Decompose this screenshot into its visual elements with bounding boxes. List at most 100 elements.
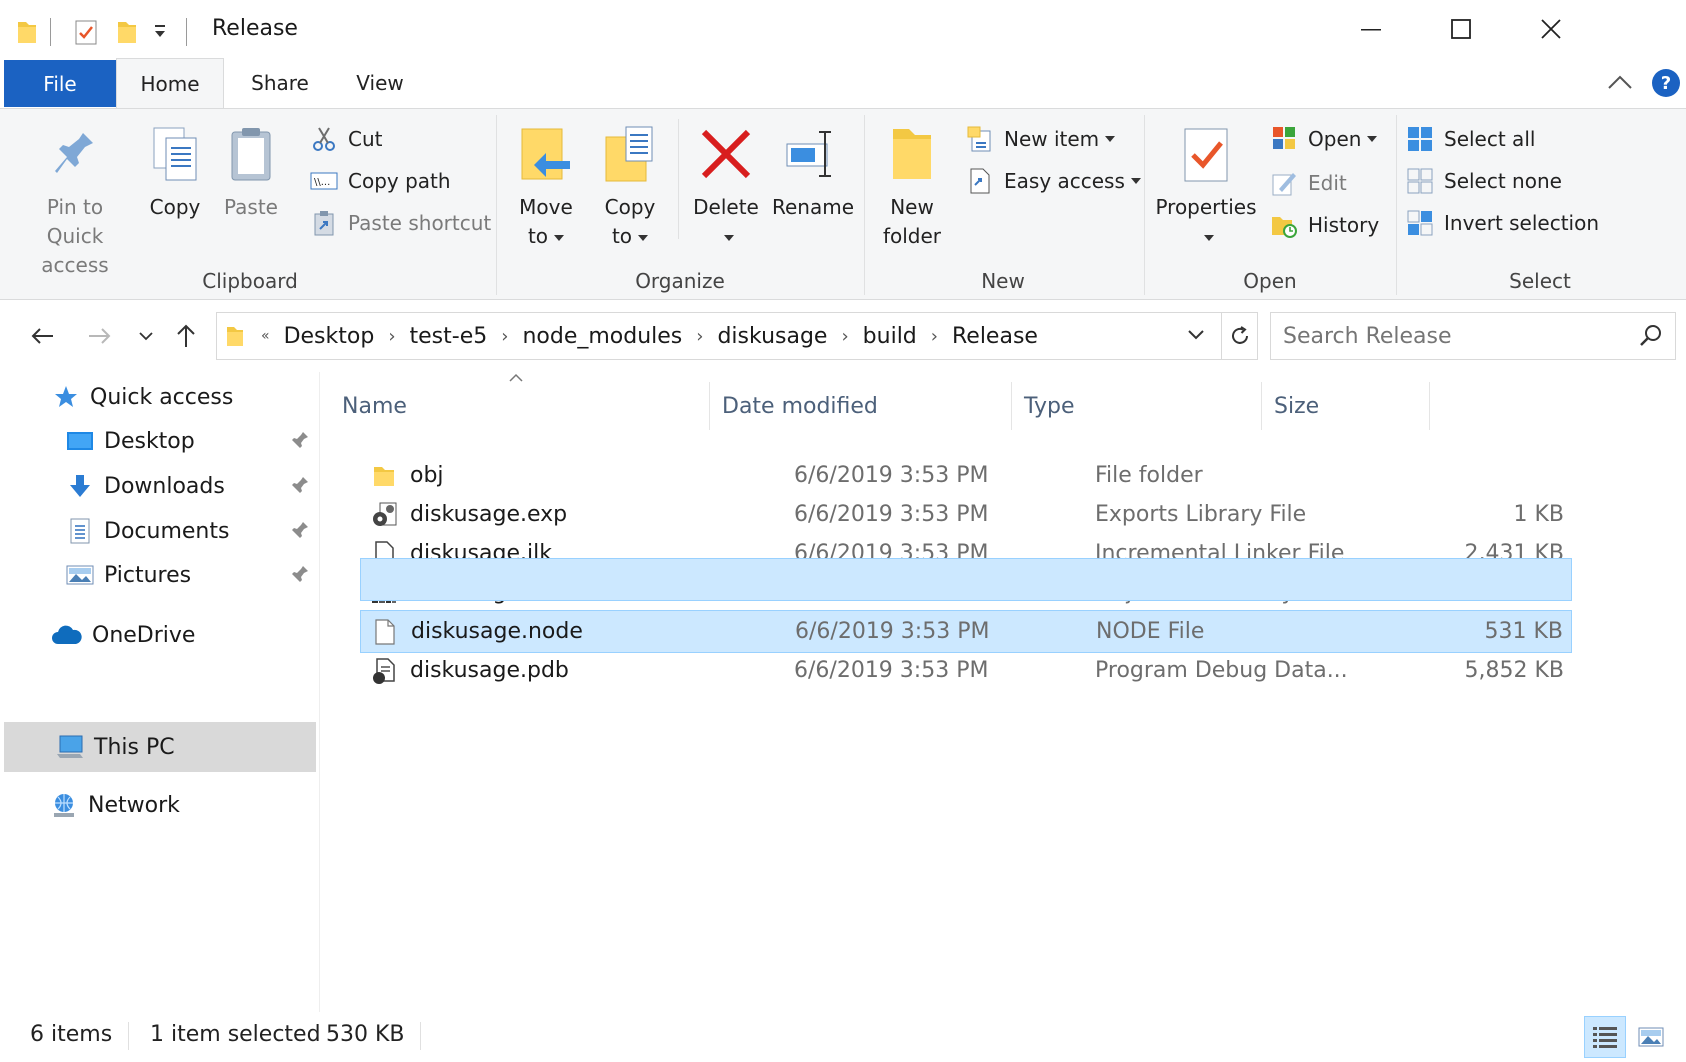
- nav-this-pc[interactable]: This PC: [4, 722, 316, 772]
- search-box[interactable]: [1270, 312, 1676, 360]
- paste-button[interactable]: Paste: [216, 119, 286, 222]
- column-header-name[interactable]: Name: [330, 382, 710, 430]
- quick-access-dropdown-icon[interactable]: [152, 22, 174, 50]
- details-view-icon: [1593, 1027, 1617, 1048]
- up-button[interactable]: [168, 318, 204, 354]
- chevron-right-icon[interactable]: ›: [688, 326, 711, 347]
- new-folder-button[interactable]: New folder: [874, 119, 950, 251]
- tab-home[interactable]: Home: [116, 58, 224, 109]
- chevron-right-icon[interactable]: ›: [923, 326, 946, 347]
- cloud-icon: [50, 621, 82, 649]
- help-button[interactable]: ?: [1652, 69, 1680, 97]
- new-folder-icon[interactable]: [116, 18, 138, 46]
- crumb-diskusage[interactable]: diskusage: [711, 324, 833, 349]
- tab-view[interactable]: View: [330, 58, 430, 108]
- select-all-icon: [1406, 125, 1434, 153]
- title-bar: Release: [0, 0, 1686, 58]
- file-row-selected[interactable]: diskusage.node 6/6/2019 3:53 PM NODE Fil…: [360, 610, 1572, 653]
- paste-shortcut-button[interactable]: Paste shortcut: [310, 205, 491, 241]
- maximize-button[interactable]: [1416, 0, 1506, 58]
- search-icon[interactable]: [1639, 324, 1663, 354]
- history-button[interactable]: History: [1270, 207, 1379, 243]
- network-icon: [50, 791, 78, 819]
- edit-button[interactable]: Edit: [1270, 165, 1347, 201]
- status-selection: 1 item selected: [150, 1022, 321, 1047]
- open-button[interactable]: Open: [1270, 121, 1378, 157]
- column-header-size[interactable]: Size: [1262, 382, 1430, 430]
- crumb-test-e5[interactable]: test-e5: [404, 324, 494, 349]
- dropdown-caret-icon: [1204, 234, 1214, 241]
- file-row[interactable]: diskusage.pdb 6/6/2019 3:53 PM Program D…: [360, 649, 1572, 692]
- group-label-organize: Organize: [635, 269, 725, 293]
- select-all-button[interactable]: Select all: [1406, 121, 1535, 157]
- chevron-right-icon[interactable]: ›: [380, 326, 403, 347]
- nav-network-item[interactable]: Network: [50, 782, 180, 828]
- chevron-right-icon[interactable]: ›: [833, 326, 856, 347]
- back-button[interactable]: [24, 318, 60, 354]
- search-input[interactable]: [1283, 323, 1623, 349]
- column-header-type[interactable]: Type: [1012, 382, 1262, 430]
- address-overflow[interactable]: «: [253, 328, 278, 344]
- nav-quick-access[interactable]: Quick access: [52, 374, 233, 420]
- crumb-node-modules[interactable]: node_modules: [516, 324, 688, 349]
- group-label-clipboard: Clipboard: [202, 269, 298, 293]
- dropdown-caret-icon: [638, 234, 649, 241]
- navigation-bar: « Desktop › test-e5 › node_modules › dis…: [0, 300, 1686, 372]
- easy-access-button[interactable]: Easy access: [966, 163, 1141, 199]
- rename-button[interactable]: Rename: [770, 119, 856, 222]
- address-bar[interactable]: « Desktop › test-e5 › node_modules › dis…: [216, 312, 1258, 360]
- paste-shortcut-icon: [310, 209, 338, 237]
- move-to-button[interactable]: Move to: [506, 119, 586, 251]
- details-view-button[interactable]: [1584, 1016, 1626, 1058]
- delete-button[interactable]: Delete: [686, 119, 766, 251]
- pin-icon[interactable]: [290, 475, 310, 499]
- copy-button[interactable]: Copy: [140, 119, 210, 222]
- file-row[interactable]: diskusage.exp 6/6/2019 3:53 PM Exports L…: [360, 493, 1572, 536]
- folder-icon[interactable]: [16, 18, 38, 46]
- recent-locations-button[interactable]: [128, 318, 164, 354]
- status-item-count: 6 items: [30, 1022, 113, 1047]
- pin-icon[interactable]: [290, 520, 310, 544]
- close-button[interactable]: [1506, 0, 1596, 58]
- minimize-button[interactable]: [1326, 0, 1416, 58]
- pin-icon[interactable]: [290, 430, 310, 454]
- file-row[interactable]: obj 6/6/2019 3:53 PM File folder: [360, 454, 1572, 497]
- large-icons-view-button[interactable]: [1630, 1016, 1672, 1058]
- arrow-left-icon: [31, 328, 53, 344]
- copy-path-button[interactable]: \\... Copy path: [310, 163, 451, 199]
- properties-icon: [1174, 119, 1238, 189]
- pin-icon: [43, 119, 107, 189]
- chevron-up-icon[interactable]: [1606, 72, 1634, 96]
- group-separator: [1144, 115, 1145, 295]
- invert-selection-button[interactable]: Invert selection: [1406, 205, 1599, 241]
- copy-to-button[interactable]: Copy to: [590, 119, 670, 251]
- refresh-icon: [1231, 326, 1248, 344]
- nav-desktop[interactable]: Desktop: [66, 418, 195, 464]
- group-label-open: Open: [1243, 269, 1297, 293]
- properties-check-icon[interactable]: [74, 18, 97, 46]
- tab-share[interactable]: Share: [230, 58, 330, 108]
- tab-file[interactable]: File: [4, 60, 116, 107]
- pin-to-quick-access-button[interactable]: Pin to Quick access: [16, 119, 134, 280]
- forward-button[interactable]: [82, 318, 118, 354]
- crumb-desktop[interactable]: Desktop: [278, 324, 381, 349]
- status-separator: [420, 1022, 421, 1050]
- pin-icon[interactable]: [290, 564, 310, 588]
- refresh-button[interactable]: [1221, 313, 1257, 359]
- crumb-build[interactable]: build: [857, 324, 923, 349]
- properties-button[interactable]: Properties: [1154, 119, 1258, 251]
- new-item-button[interactable]: New item: [966, 121, 1116, 157]
- nav-documents[interactable]: Documents: [66, 508, 229, 554]
- status-selection-size: 530 KB: [326, 1022, 405, 1047]
- nav-onedrive[interactable]: OneDrive: [50, 612, 195, 658]
- open-icon: [1270, 125, 1298, 153]
- chevron-right-icon[interactable]: ›: [493, 326, 516, 347]
- nav-pictures[interactable]: Pictures: [66, 552, 191, 598]
- select-none-button[interactable]: Select none: [1406, 163, 1562, 199]
- nav-downloads[interactable]: Downloads: [66, 463, 225, 509]
- cut-button[interactable]: Cut: [310, 121, 382, 157]
- column-header-date[interactable]: Date modified: [710, 382, 1012, 430]
- crumb-release[interactable]: Release: [946, 324, 1044, 349]
- ribbon-tabs: File Home Share View ?: [0, 58, 1686, 109]
- address-dropdown-button[interactable]: [1187, 327, 1205, 346]
